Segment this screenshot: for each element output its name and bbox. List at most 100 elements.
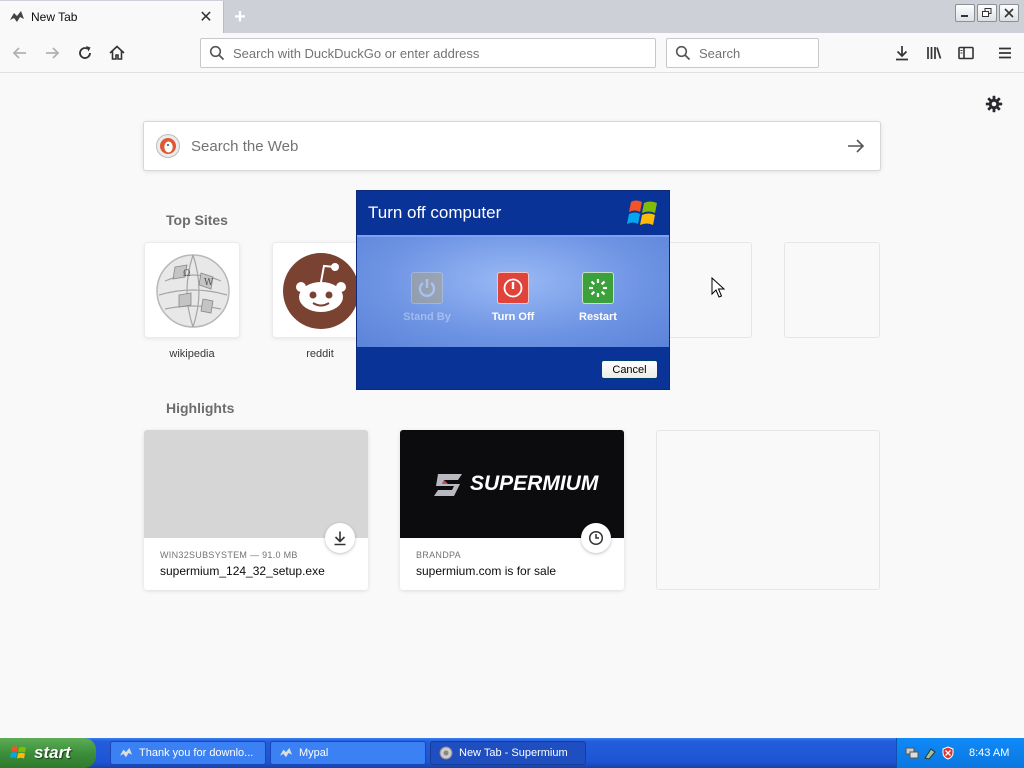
top-site-reddit[interactable] <box>272 242 368 338</box>
empty-top-site-slot[interactable] <box>656 242 752 338</box>
sidebar-icon <box>958 46 974 60</box>
svg-text:Ω: Ω <box>183 269 190 279</box>
tab-new-tab[interactable]: New Tab ✕ <box>0 1 224 33</box>
taskbar-item[interactable]: Thank you for downlo... <box>110 741 266 765</box>
empty-highlight-slot <box>656 430 880 590</box>
taskbar-item[interactable]: New Tab - Supermium <box>430 741 586 765</box>
library-icon <box>927 47 942 59</box>
restart-button[interactable]: Restart <box>562 272 634 323</box>
supermium-logo-icon <box>434 474 462 496</box>
dialog-options: Stand By Turn Off Restart <box>357 235 669 347</box>
turn-off-computer-dialog: Turn off computer Stand By Turn Off Rest… <box>356 190 670 390</box>
highlight-title: supermium.com is for sale <box>416 564 557 578</box>
search-bar[interactable]: Search <box>666 38 819 68</box>
top-site-wikipedia[interactable]: Ω W <box>144 242 240 338</box>
restart-label: Restart <box>579 311 617 323</box>
back-arrow-icon <box>12 47 26 59</box>
system-tray: 8:43 AM <box>896 738 1024 768</box>
new-tab-button[interactable]: + <box>229 6 251 28</box>
highlight-meta: BRANDPA <box>416 550 461 560</box>
tab-title: New Tab <box>31 10 78 24</box>
turn-off-label: Turn Off <box>491 311 535 323</box>
gear-icon[interactable] <box>985 95 1003 113</box>
dialog-footer: Cancel <box>357 347 669 389</box>
navigation-toolbar: Search with DuckDuckGo or enter address … <box>0 33 1024 73</box>
taskbar-item-label: Thank you for downlo... <box>139 747 254 759</box>
taskbar-item[interactable]: Mypal <box>270 741 426 765</box>
restore-icon <box>982 8 992 17</box>
reddit-alien-icon <box>283 253 359 329</box>
supermium-logo-text: SUPERMIUM <box>470 472 599 495</box>
browser-favicon-icon <box>9 10 25 24</box>
web-search-placeholder: Search the Web <box>191 137 299 155</box>
forward-button[interactable] <box>40 41 64 65</box>
start-label: start <box>34 743 71 762</box>
address-bar[interactable]: Search with DuckDuckGo or enter address <box>200 38 656 68</box>
start-button[interactable]: start <box>0 738 96 768</box>
forward-arrow-icon <box>46 47 60 59</box>
download-icon <box>896 46 908 61</box>
close-tab-icon[interactable]: ✕ <box>197 8 215 26</box>
home-icon <box>109 45 125 60</box>
empty-top-site-slot[interactable] <box>784 242 880 338</box>
reload-icon <box>79 46 91 59</box>
restart-icon <box>582 272 614 304</box>
reload-button[interactable] <box>73 41 97 65</box>
windows-logo-icon <box>627 200 657 225</box>
wikipedia-globe-icon: Ω W <box>156 254 230 328</box>
home-button[interactable] <box>105 41 129 65</box>
close-window-button[interactable] <box>999 4 1019 22</box>
supermium-logo-thumbnail: SUPERMIUM <box>400 430 624 538</box>
taskbar-clock[interactable]: 8:43 AM <box>969 747 1009 759</box>
search-icon <box>209 45 225 61</box>
stand-by-button: Stand By <box>391 272 463 323</box>
stand-by-label: Stand By <box>403 311 451 323</box>
mouse-cursor-icon <box>711 277 725 298</box>
highlight-thumbnail <box>144 430 368 538</box>
library-button[interactable] <box>922 41 946 65</box>
sidebar-button[interactable] <box>954 41 978 65</box>
cancel-button[interactable]: Cancel <box>601 360 658 379</box>
taskbar-item-label: New Tab - Supermium <box>459 747 568 759</box>
taskbar: start Thank you for downlo... Mypal New … <box>0 738 1024 768</box>
top-sites-heading: Top Sites <box>166 212 228 228</box>
dialog-header: Turn off computer <box>357 191 669 235</box>
browser-favicon-icon <box>119 746 133 760</box>
minimize-button[interactable] <box>955 4 975 22</box>
top-site-label: reddit <box>306 348 334 360</box>
svg-text:W: W <box>204 278 214 288</box>
power-icon <box>497 272 529 304</box>
highlight-meta: WIN32SUBSYSTEM — 91.0 MB <box>160 550 298 560</box>
downloads-button[interactable] <box>890 41 914 65</box>
tab-strip: New Tab ✕ + <box>0 0 1024 33</box>
turn-off-button[interactable]: Turn Off <box>477 272 549 323</box>
highlight-card[interactable]: SUPERMIUM BRANDPA supermium.com is for s… <box>400 430 624 590</box>
safely-remove-hardware-icon[interactable] <box>923 746 937 760</box>
back-button[interactable] <box>8 41 32 65</box>
network-icon[interactable] <box>905 746 919 760</box>
restore-button[interactable] <box>977 4 997 22</box>
supermium-icon <box>439 746 453 760</box>
address-bar-placeholder: Search with DuckDuckGo or enter address <box>233 45 480 61</box>
hamburger-menu-icon <box>999 47 1011 59</box>
windows-logo-icon <box>10 746 26 759</box>
close-window-icon <box>1004 8 1014 18</box>
clock-icon <box>581 523 611 553</box>
dialog-title: Turn off computer <box>368 203 502 222</box>
highlight-title: supermium_124_32_setup.exe <box>160 564 325 578</box>
security-shield-icon[interactable] <box>941 746 955 760</box>
arrow-right-icon[interactable] <box>846 136 866 156</box>
search-bar-placeholder: Search <box>699 45 741 61</box>
duckduckgo-logo-icon <box>156 134 180 158</box>
menu-button[interactable] <box>993 41 1017 65</box>
standby-icon <box>411 272 443 304</box>
taskbar-item-label: Mypal <box>299 747 329 759</box>
minimize-icon <box>961 15 968 17</box>
highlights-heading: Highlights <box>166 400 235 416</box>
highlight-card[interactable]: WIN32SUBSYSTEM — 91.0 MB supermium_124_3… <box>144 430 368 590</box>
web-search-box[interactable]: Search the Web <box>143 121 881 171</box>
download-icon <box>325 523 355 553</box>
mypal-icon <box>279 746 293 760</box>
search-icon <box>675 45 691 61</box>
top-site-label: wikipedia <box>169 348 215 360</box>
